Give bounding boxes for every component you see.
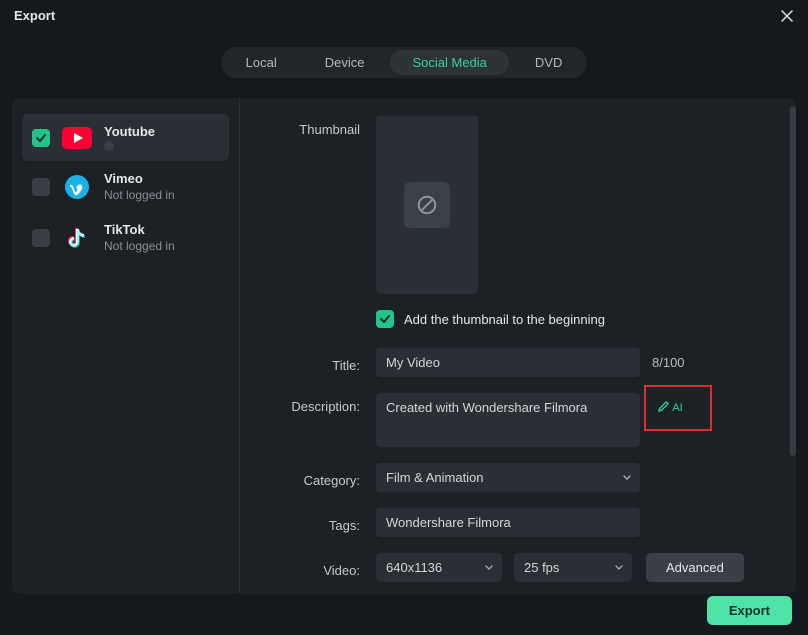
add-thumbnail-checkbox[interactable] [376,310,394,328]
thumbnail-preview[interactable] [376,116,478,294]
tab-social-media[interactable]: Social Media [390,50,508,75]
description-input[interactable] [376,393,640,447]
export-button[interactable]: Export [707,596,792,625]
tiktok-icon [62,227,92,249]
platform-tiktok-checkbox[interactable] [32,229,50,247]
advanced-button[interactable]: Advanced [646,553,744,582]
scrollbar[interactable] [790,106,796,456]
ai-label: AI [672,402,682,414]
ai-description-button[interactable]: AI [646,393,694,423]
fps-select[interactable]: 25 fps [514,553,632,582]
platform-tiktok[interactable]: TikTok Not logged in [22,212,229,263]
title-counter: 8/100 [652,355,685,370]
platform-youtube[interactable]: Youtube [22,114,229,161]
title-input[interactable] [376,348,640,377]
platform-vimeo-label: Vimeo [104,171,175,186]
pencil-icon [657,400,670,416]
platform-list: Youtube Vimeo Not logged in [12,98,240,594]
resolution-value: 640x1136 [386,560,442,575]
title-label: Title: [270,352,376,373]
video-label: Video: [270,557,376,578]
vimeo-icon [62,176,92,198]
platform-youtube-checkbox[interactable] [32,129,50,147]
thumbnail-label: Thumbnail [270,116,376,137]
platform-youtube-label: Youtube [104,124,155,139]
platform-vimeo[interactable]: Vimeo Not logged in [22,161,229,212]
platform-youtube-status [104,141,114,151]
platform-vimeo-checkbox[interactable] [32,178,50,196]
fps-value: 25 fps [524,560,559,575]
chevron-down-icon [622,470,632,485]
category-select[interactable]: Film & Animation [376,463,640,492]
category-label: Category: [270,467,376,488]
export-form: Thumbnail Add the thumbnail to the begin… [240,98,796,594]
description-label: Description: [270,393,376,414]
youtube-icon [62,127,92,149]
export-mode-tabs: Local Device Social Media DVD [0,47,808,78]
chevron-down-icon [484,560,494,575]
platform-tiktok-status: Not logged in [104,239,175,253]
add-thumbnail-label: Add the thumbnail to the beginning [404,312,605,327]
tags-label: Tags: [270,512,376,533]
tab-device[interactable]: Device [303,50,387,75]
resolution-select[interactable]: 640x1136 [376,553,502,582]
tags-input[interactable] [376,508,640,537]
tab-local[interactable]: Local [224,50,299,75]
platform-tiktok-label: TikTok [104,222,175,237]
no-thumbnail-icon [404,182,450,228]
platform-vimeo-status: Not logged in [104,188,175,202]
category-value: Film & Animation [386,470,484,485]
close-icon[interactable] [780,9,794,23]
chevron-down-icon [614,560,624,575]
tab-dvd[interactable]: DVD [513,50,584,75]
window-title: Export [14,8,55,23]
